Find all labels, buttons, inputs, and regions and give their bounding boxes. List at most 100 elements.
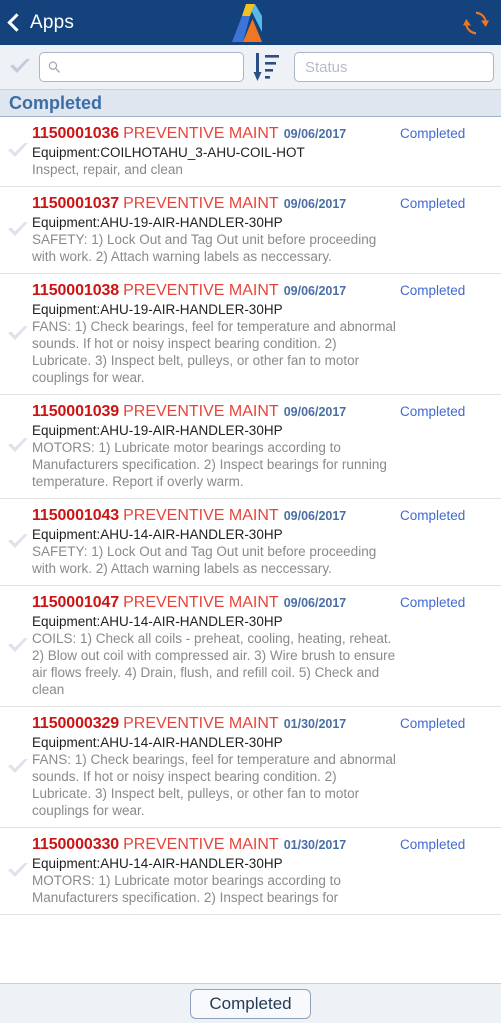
work-order-equipment: Equipment:COILHOTAHU_3-AHU-COIL-HOT [32, 145, 305, 160]
checkmark-svg [8, 143, 28, 157]
work-order-equipment: Equipment:AHU-19-AIR-HANDLER-30HP [32, 302, 283, 317]
work-order-type: PREVENTIVE MAINT [123, 836, 279, 853]
logo-svg [231, 4, 262, 42]
list-item-status: Completed [400, 714, 495, 733]
sort-descending-icon[interactable] [250, 50, 288, 84]
work-order-date: 09/06/2017 [283, 127, 347, 141]
work-order-type: PREVENTIVE MAINT [123, 507, 279, 524]
checkmark-svg [8, 221, 28, 236]
work-order-id: 1150001037 [32, 195, 120, 212]
work-order-description: COILS: 1) Check all coils - preheat, coo… [32, 631, 396, 697]
work-order-description: FANS: 1) Check bearings, feel for temper… [32, 752, 396, 818]
work-order-id: 1150001038 [32, 282, 120, 299]
list-item[interactable]: 1150000330 PREVENTIVE MAINT 01/30/2017 Equ… [0, 828, 501, 915]
status-badge[interactable]: Completed [400, 126, 465, 141]
work-order-equipment: Equipment:AHU-14-AIR-HANDLER-30HP [32, 856, 283, 871]
work-order-date: 09/06/2017 [283, 509, 347, 523]
work-order-equipment: Equipment:AHU-19-AIR-HANDLER-30HP [32, 215, 283, 230]
list-item-body: 1150001036 PREVENTIVE MAINT 09/06/2017 Equ… [32, 124, 400, 178]
work-order-date: 09/06/2017 [283, 284, 347, 298]
status-badge[interactable]: Completed [400, 837, 465, 852]
app-root: Apps Status Completed 1150001036 PREVENT… [0, 0, 501, 1023]
list-item[interactable]: 1150001047 PREVENTIVE MAINT 09/06/2017 Equ… [0, 586, 501, 707]
section-header-label: Completed [9, 92, 103, 113]
list-item[interactable]: 1150001039 PREVENTIVE MAINT 09/06/2017 Equ… [0, 395, 501, 499]
checkmark-svg [8, 637, 28, 652]
work-order-type: PREVENTIVE MAINT [123, 282, 279, 299]
status-filter-container[interactable] [294, 52, 494, 82]
list-item[interactable]: 1150000329 PREVENTIVE MAINT 01/30/2017 Equ… [0, 707, 501, 828]
refresh-icon[interactable] [463, 10, 489, 36]
list-item-status: Completed [400, 835, 495, 854]
section-header-completed: Completed [0, 90, 501, 117]
work-order-id: 1150001047 [32, 594, 120, 611]
work-order-id: 1150000330 [32, 836, 120, 853]
row-checkmark-icon[interactable] [4, 757, 32, 777]
work-order-date: 09/06/2017 [283, 405, 347, 419]
status-badge[interactable]: Completed [400, 508, 465, 523]
toolbar-checkmark-icon[interactable] [7, 57, 33, 77]
list-item-body: 1150001043 PREVENTIVE MAINT 09/06/2017 Equ… [32, 506, 400, 577]
work-order-description: SAFETY: 1) Lock Out and Tag Out unit bef… [32, 232, 377, 264]
work-order-equipment: Equipment:AHU-14-AIR-HANDLER-30HP [32, 527, 283, 542]
list-item-body: 1150000329 PREVENTIVE MAINT 01/30/2017 Equ… [32, 714, 400, 819]
work-order-list[interactable]: 1150001036 PREVENTIVE MAINT 09/06/2017 Equ… [0, 117, 501, 983]
list-item-title-line: 1150001039 PREVENTIVE MAINT 09/06/2017 [32, 402, 396, 422]
work-order-description: Inspect, repair, and clean [32, 162, 183, 177]
list-item-status: Completed [400, 281, 495, 300]
work-order-equipment: Equipment:AHU-19-AIR-HANDLER-30HP [32, 423, 283, 438]
list-item-title-line: 1150001037 PREVENTIVE MAINT 09/06/2017 [32, 194, 396, 214]
work-order-id: 1150001039 [32, 403, 120, 420]
accruent-a-logo [228, 2, 274, 44]
row-checkmark-icon[interactable] [4, 861, 32, 881]
status-badge[interactable]: Completed [400, 595, 465, 610]
row-checkmark-icon[interactable] [4, 532, 32, 552]
checkmark-svg [8, 862, 28, 877]
search-field-container[interactable] [39, 52, 244, 82]
checkmark-svg [8, 325, 28, 340]
refresh-svg [463, 11, 489, 34]
work-order-type: PREVENTIVE MAINT [123, 715, 279, 732]
work-order-date: 01/30/2017 [283, 717, 347, 731]
list-item-title-line: 1150001047 PREVENTIVE MAINT 09/06/2017 [32, 593, 396, 613]
work-order-type: PREVENTIVE MAINT [123, 125, 279, 142]
row-checkmark-icon[interactable] [4, 324, 32, 344]
list-item-status: Completed [400, 124, 495, 143]
status-badge[interactable]: Completed [400, 283, 465, 298]
row-checkmark-icon[interactable] [4, 436, 32, 456]
search-input[interactable] [66, 53, 235, 81]
status-badge[interactable]: Completed [400, 404, 465, 419]
work-order-equipment: Equipment:AHU-14-AIR-HANDLER-30HP [32, 614, 283, 629]
work-order-type: PREVENTIVE MAINT [123, 195, 279, 212]
work-order-description: FANS: 1) Check bearings, feel for temper… [32, 319, 396, 385]
work-order-equipment: Equipment:AHU-14-AIR-HANDLER-30HP [32, 735, 283, 750]
list-item[interactable]: 1150001037 PREVENTIVE MAINT 09/06/2017 Equ… [0, 187, 501, 274]
list-item[interactable]: 1150001038 PREVENTIVE MAINT 09/06/2017 Equ… [0, 274, 501, 395]
status-badge[interactable]: Completed [400, 716, 465, 731]
back-to-apps-button[interactable]: Apps [7, 12, 74, 34]
list-item-body: 1150001037 PREVENTIVE MAINT 09/06/2017 Equ… [32, 194, 400, 265]
work-order-id: 1150000329 [32, 715, 120, 732]
list-item[interactable]: 1150001043 PREVENTIVE MAINT 09/06/2017 Equ… [0, 499, 501, 586]
status-filter-input[interactable] [305, 53, 483, 81]
work-order-date: 01/30/2017 [283, 838, 347, 852]
work-order-date: 09/06/2017 [283, 596, 347, 610]
footer-bar: Completed [0, 983, 501, 1023]
row-checkmark-icon[interactable] [4, 220, 32, 240]
list-item-body: 1150001038 PREVENTIVE MAINT 09/06/2017 Equ… [32, 281, 400, 386]
checkmark-svg [8, 758, 28, 773]
sort-svg [253, 53, 279, 81]
status-badge[interactable]: Completed [400, 196, 465, 211]
list-item-title-line: 1150000330 PREVENTIVE MAINT 01/30/2017 [32, 835, 396, 855]
row-checkmark-icon[interactable] [4, 636, 32, 656]
checkmark-svg [8, 533, 28, 548]
chevron-left-icon [7, 13, 26, 32]
list-item-title-line: 1150001038 PREVENTIVE MAINT 09/06/2017 [32, 281, 396, 301]
row-checkmark-icon[interactable] [4, 141, 32, 161]
list-item[interactable]: 1150001036 PREVENTIVE MAINT 09/06/2017 Equ… [0, 117, 501, 187]
list-item-status: Completed [400, 194, 495, 213]
work-order-type: PREVENTIVE MAINT [123, 594, 279, 611]
completed-filter-button[interactable]: Completed [190, 988, 311, 1019]
list-item-body: 1150000330 PREVENTIVE MAINT 01/30/2017 Equ… [32, 835, 400, 906]
list-item-title-line: 1150000329 PREVENTIVE MAINT 01/30/2017 [32, 714, 396, 734]
